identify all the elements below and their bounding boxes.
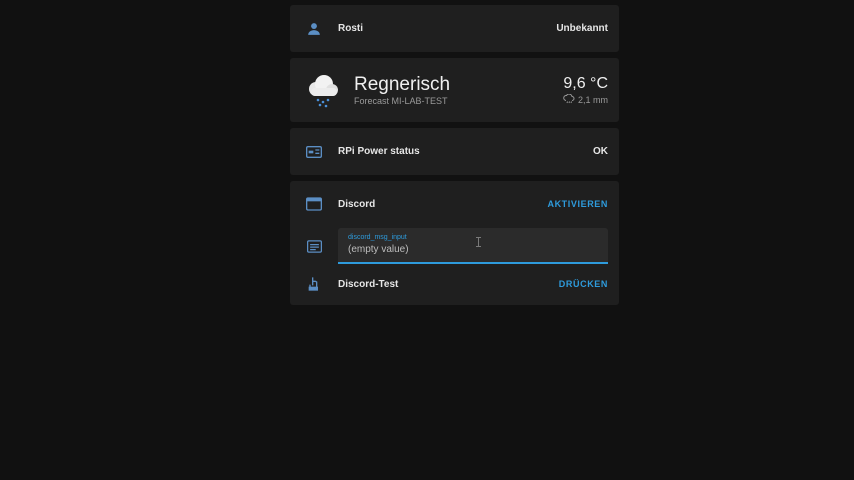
discord-msg-input-row: discord_msg_input (empty value) [290, 227, 619, 265]
rpi-power-card[interactable]: RPi Power status OK [290, 128, 619, 175]
rpi-power-row[interactable]: RPi Power status OK [290, 128, 619, 175]
discord-msg-input-value[interactable]: (empty value) [348, 244, 598, 255]
discord-name: Discord [338, 198, 376, 210]
weather-card[interactable]: Regnerisch Forecast MI-LAB-TEST 9,6 °C 2… [290, 58, 619, 122]
rpi-power-name: RPi Power status [338, 146, 420, 157]
weather-row[interactable]: Regnerisch Forecast MI-LAB-TEST 9,6 °C 2… [290, 58, 619, 122]
discord-test-row[interactable]: Discord-Test DRÜCKEN [290, 265, 619, 303]
person-row[interactable]: Rosti Unbekannt [290, 5, 619, 52]
discord-entities-card: Discord AKTIVIEREN discord_msg_input (em… [290, 181, 619, 305]
power-card-icon [304, 142, 324, 162]
window-icon [304, 194, 324, 214]
weather-main: Regnerisch Forecast MI-LAB-TEST [354, 73, 563, 106]
account-icon [304, 19, 324, 39]
discord-row[interactable]: Discord AKTIVIEREN [290, 181, 619, 227]
text-cursor-icon [476, 237, 481, 247]
dashboard-column: Rosti Unbekannt Regnerisch Forecast MI-L… [290, 5, 619, 311]
weather-condition: Regnerisch [354, 73, 451, 95]
weather-values: 9,6 °C 2,1 mm [563, 75, 608, 106]
rpi-power-state: OK [593, 146, 608, 157]
cloud-rain-icon [563, 93, 575, 106]
text-box-icon [304, 236, 324, 256]
person-card[interactable]: Rosti Unbekannt [290, 5, 619, 52]
precipitation-value: 2,1 mm [577, 94, 608, 105]
discord-msg-input[interactable]: discord_msg_input (empty value) [338, 228, 608, 264]
discord-test-name: Discord-Test [338, 278, 399, 290]
weather-temperature: 9,6 °C [563, 74, 608, 92]
person-state: Unbekannt [556, 23, 608, 34]
weather-entity-name: Forecast MI-LAB-TEST [354, 95, 448, 106]
gesture-tap-icon [304, 274, 324, 294]
discord-test-press-button[interactable]: DRÜCKEN [559, 279, 608, 289]
person-name: Rosti [338, 23, 363, 34]
discord-msg-input-label: discord_msg_input [348, 234, 407, 241]
discord-activate-button[interactable]: AKTIVIEREN [547, 199, 608, 209]
rainy-cloud-icon [302, 70, 342, 110]
weather-precipitation: 2,1 mm [563, 93, 608, 106]
